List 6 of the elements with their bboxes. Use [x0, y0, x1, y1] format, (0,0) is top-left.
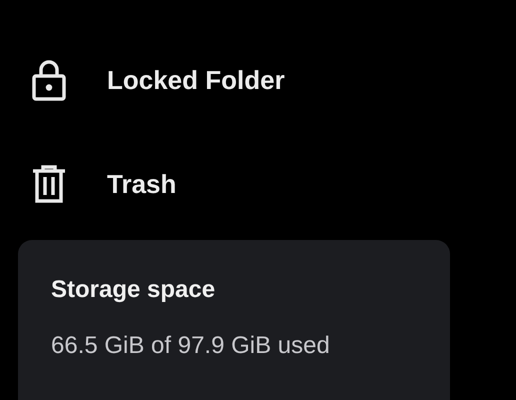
storage-usage: 66.5 GiB of 97.9 GiB used [51, 332, 331, 360]
storage-title: Storage space [51, 276, 216, 304]
lock-icon [32, 59, 66, 101]
trash-icon [32, 165, 66, 203]
menu-item[interactable]: Locked Folder [0, 54, 516, 106]
menu-item[interactable]: Trash [0, 158, 516, 210]
